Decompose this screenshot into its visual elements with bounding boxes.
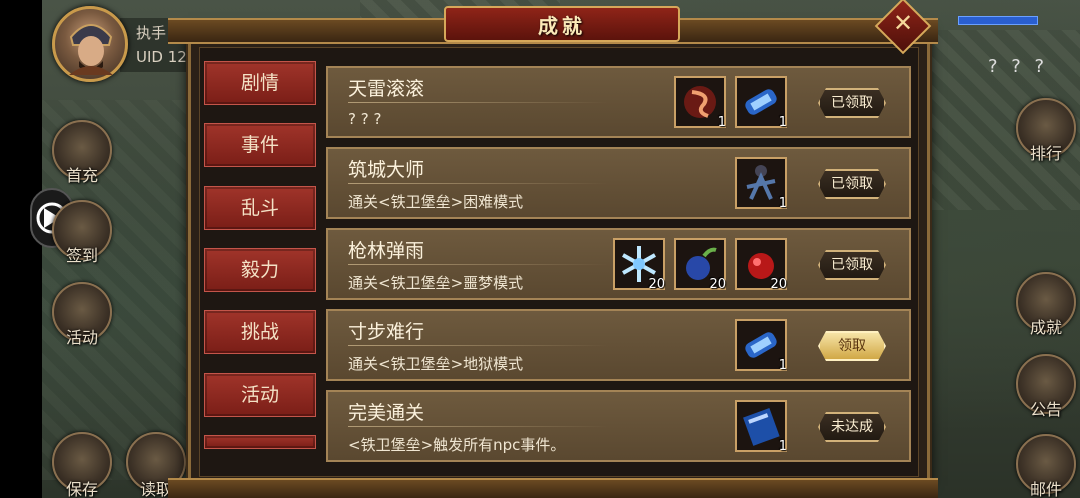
sign-in-label: 签到: [65, 246, 98, 265]
reward-count: 20: [648, 277, 665, 292]
notice-label: 公告: [1029, 400, 1062, 419]
reward-item[interactable]: 1: [735, 76, 787, 130]
tab-more[interactable]: [204, 435, 316, 449]
tab-story[interactable]: 剧情: [204, 61, 316, 105]
achievement-title: 枪林弹雨: [348, 240, 425, 262]
achievement-row: 筑城大师 通关<铁卫堡垒>困难模式 1 已领取: [326, 147, 911, 219]
claimed-button[interactable]: 已领取: [818, 250, 886, 280]
achievement-title: 寸步难行: [348, 321, 425, 343]
reward-count: 20: [770, 277, 787, 292]
player-avatar[interactable]: [52, 6, 128, 82]
general-portrait-icon: [69, 24, 113, 75]
tab-events[interactable]: 事件: [204, 123, 316, 167]
reward-item[interactable]: 1: [735, 157, 787, 211]
achievement-title: 完美通关: [348, 402, 425, 424]
row-divider: [348, 426, 608, 427]
reward-count: 1: [778, 358, 787, 373]
left-black-bar: [0, 0, 42, 498]
achievement-desc: ? ? ?: [348, 110, 382, 128]
achievements-label: 成就: [1029, 318, 1062, 337]
achievement-row: 完美通关 <铁卫堡垒>触发所有npc事件。 1 未达成: [326, 390, 911, 462]
ranking-label: 排行: [1029, 144, 1062, 163]
tab-brawl[interactable]: 乱斗: [204, 186, 316, 230]
claimed-button[interactable]: 已领取: [818, 169, 886, 199]
achievement-title: 筑城大师: [348, 159, 425, 181]
reward-item[interactable]: 1: [674, 76, 726, 130]
reward-item[interactable]: 1: [735, 400, 787, 454]
player-name: 执手: [136, 24, 167, 42]
achievement-row: 寸步难行 通关<铁卫堡垒>地狱模式 1 领取: [326, 309, 911, 381]
claimed-button[interactable]: 已领取: [818, 88, 886, 118]
energy-bar: [958, 16, 1038, 25]
save-label: 保存: [65, 480, 98, 498]
panel-title: 成就: [538, 14, 586, 38]
reward-item[interactable]: 20: [613, 238, 665, 292]
reward-item[interactable]: 1: [735, 319, 787, 373]
reward-item[interactable]: 20: [735, 238, 787, 292]
row-divider: [348, 102, 608, 103]
first-recharge-label: 首充: [65, 166, 98, 185]
achievement-row: 天雷滚滚 ? ? ? 1 1 已领取: [326, 66, 911, 138]
mail-label: 邮件: [1029, 480, 1062, 498]
events-label: 活动: [65, 328, 98, 347]
row-divider: [348, 264, 608, 265]
achievement-desc: <铁卫堡垒>触发所有npc事件。: [348, 436, 566, 454]
achievement-desc: 通关<铁卫堡垒>噩梦模式: [348, 274, 524, 292]
reward-count: 1: [717, 115, 726, 130]
bottom-strip: [168, 478, 938, 498]
tab-activity[interactable]: 活动: [204, 373, 316, 417]
claim-button[interactable]: 领取: [818, 331, 886, 361]
incomplete-button[interactable]: 未达成: [818, 412, 886, 442]
tab-challenge[interactable]: 挑战: [204, 310, 316, 354]
reward-count: 1: [778, 439, 787, 454]
achievement-row: 枪林弹雨 通关<铁卫堡垒>噩梦模式 20 20 20 已领取: [326, 228, 911, 300]
achievement-title: 天雷滚滚: [348, 78, 425, 100]
achievement-desc: 通关<铁卫堡垒>困难模式: [348, 193, 524, 211]
reward-count: 20: [709, 277, 726, 292]
row-divider: [348, 183, 608, 184]
reward-count: 1: [778, 196, 787, 211]
reward-item[interactable]: 20: [674, 238, 726, 292]
unknown-indicator: ? ? ?: [988, 56, 1049, 77]
tab-perseverance[interactable]: 毅力: [204, 248, 316, 292]
reward-count: 1: [778, 115, 787, 130]
achievement-desc: 通关<铁卫堡垒>地狱模式: [348, 355, 524, 373]
player-uid: UID 12: [136, 48, 187, 66]
row-divider: [348, 345, 608, 346]
